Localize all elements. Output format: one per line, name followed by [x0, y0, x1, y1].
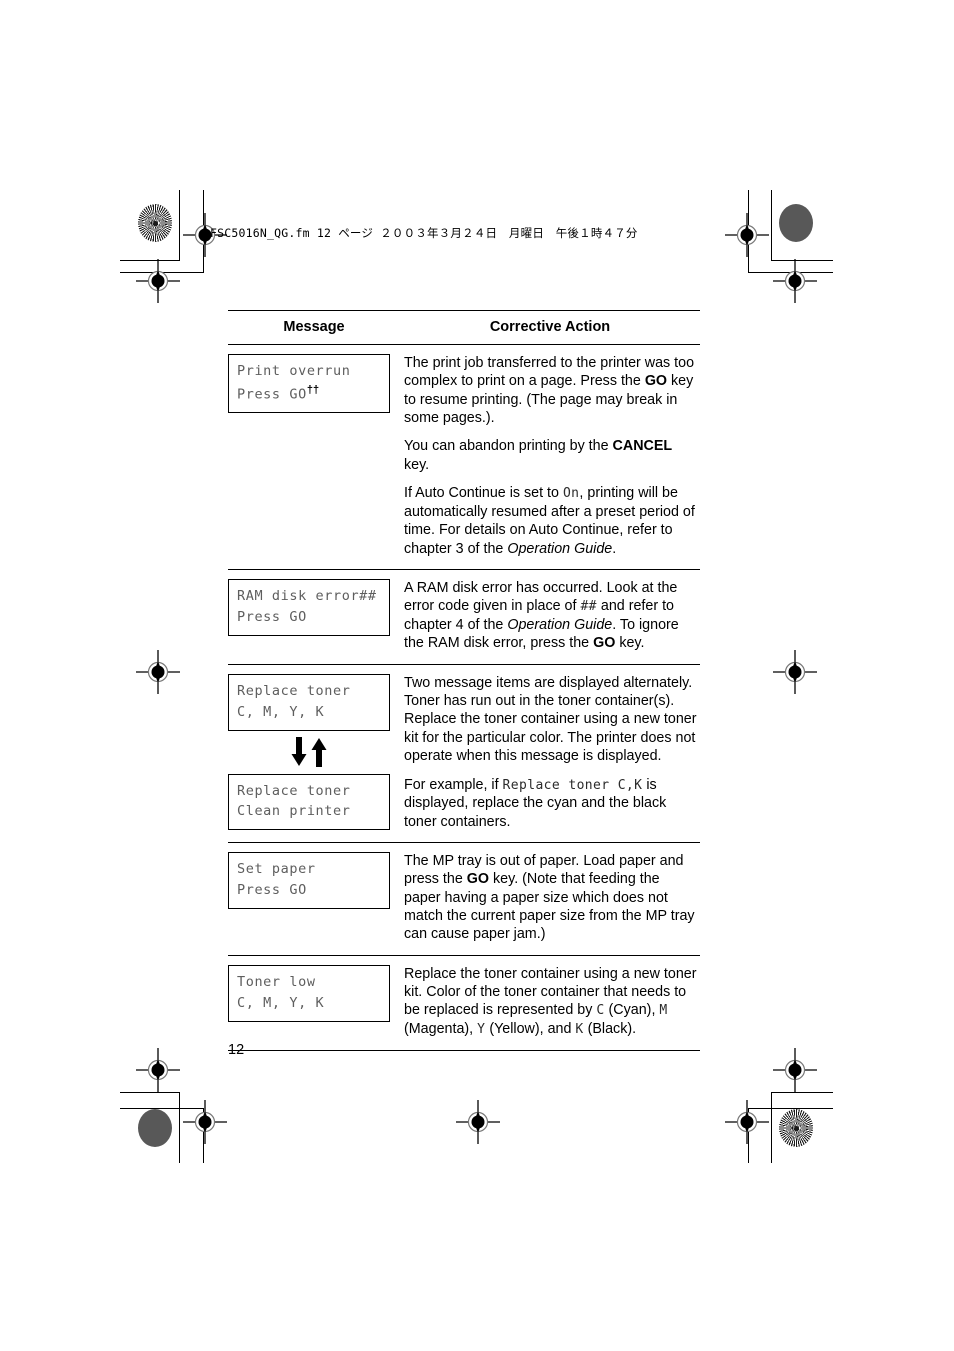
corrective-action-paragraph: A RAM disk error has occurred. Look at t…: [404, 579, 679, 652]
registration-target-icon: [136, 1048, 180, 1092]
inline-code: On: [562, 486, 580, 502]
cell-message-print-overrun: Print overrun Press GO††: [228, 345, 400, 570]
message-corrective-action-table: Message Corrective Action Print overrun …: [228, 310, 700, 1051]
emphasis-key: GO: [593, 635, 616, 652]
lcd-line-2: Press GO: [237, 881, 307, 898]
trim-line: [120, 1108, 204, 1109]
corrective-action-paragraph: If Auto Continue is set to On, printing …: [404, 485, 695, 557]
lcd-message-box: RAM disk error## Press GO: [228, 578, 390, 636]
page-number: 12: [228, 1042, 245, 1058]
halftone-dot-icon: [138, 204, 172, 242]
cell-corrective-action-set-paper: The MP tray is out of paper. Load paper …: [400, 841, 700, 956]
inline-code: K: [575, 1022, 584, 1038]
inline-code: Y: [477, 1022, 486, 1038]
trim-line: [179, 1092, 180, 1163]
trim-line: [748, 272, 833, 273]
registration-target-icon: [773, 259, 817, 303]
lcd-message-box: Print overrun Press GO††: [228, 354, 390, 414]
alternating-arrows: [228, 731, 390, 774]
lcd-line-2: Clean printer: [237, 803, 351, 820]
cell-message-set-paper: Set paper Press GO: [228, 841, 400, 956]
lcd-line-1: RAM disk error##: [237, 587, 377, 604]
corrective-action-paragraph: The MP tray is out of paper. Load paper …: [404, 852, 695, 943]
inline-code: ##: [580, 599, 597, 615]
trim-line: [120, 1092, 180, 1093]
trim-line: [748, 190, 749, 273]
trim-line: [179, 190, 180, 261]
trim-line: [120, 260, 180, 261]
column-header-corrective-action: Corrective Action: [400, 310, 700, 345]
file-slug-line: FSC5016N_QG.fm 12 ページ ２００３年３月２４日 月曜日 午後１…: [210, 226, 638, 240]
corrective-action-paragraph: The print job transferred to the printer…: [404, 355, 695, 427]
registration-target-icon: [456, 1100, 500, 1144]
book-title: Operation Guide: [507, 540, 613, 557]
cell-corrective-action-print-overrun: The print job transferred to the printer…: [400, 345, 700, 570]
lcd-line-2: Press GO: [237, 386, 307, 403]
arrow-down-icon: [289, 736, 309, 766]
solid-dot-icon: [138, 1109, 172, 1147]
registration-target-icon: [773, 1048, 817, 1092]
table-body: Print overrun Press GO†† The print job tr…: [228, 345, 700, 1051]
table-row: RAM disk error## Press GO A RAM disk erro…: [228, 568, 700, 665]
emphasis-key: GO: [466, 871, 490, 888]
lcd-line-1: Toner low: [237, 973, 316, 990]
table-row: Toner low C, M, Y, K Replace the toner co…: [228, 954, 700, 1051]
cell-corrective-action-ram-disk-error: A RAM disk error has occurred. Look at t…: [400, 568, 700, 665]
lcd-line-2: Press GO: [237, 608, 307, 625]
column-header-message: Message: [228, 310, 400, 345]
registration-target-icon: [725, 1100, 769, 1144]
registration-target-icon: [725, 213, 769, 257]
lcd-line-2: C, M, Y, K: [237, 703, 325, 720]
registration-target-icon: [136, 259, 180, 303]
trim-line: [771, 190, 772, 261]
trim-line: [748, 1108, 749, 1163]
cell-message-replace-toner: Replace toner C, M, Y, K Replace toner Cl…: [228, 663, 400, 843]
corrective-action-paragraph: For example, if Replace toner C,K is dis…: [404, 776, 667, 830]
trim-line: [203, 1108, 204, 1163]
trim-line: [771, 1092, 833, 1093]
lcd-message-box: Replace toner Clean printer: [228, 773, 390, 831]
trim-line: [748, 1108, 833, 1109]
page-content: Message Corrective Action Print overrun …: [228, 310, 700, 1051]
table-head: Message Corrective Action: [228, 310, 700, 345]
table-row: Set paper Press GO The MP tray is out of …: [228, 841, 700, 956]
registration-target-icon: [136, 650, 180, 694]
lcd-superscript: ††: [306, 383, 320, 396]
lcd-message-box: Set paper Press GO: [228, 851, 390, 909]
lcd-line-1: Replace toner: [237, 682, 351, 699]
halftone-dot-icon: [779, 1109, 813, 1147]
inline-code: M: [659, 1003, 668, 1019]
emphasis-key: GO: [644, 373, 668, 390]
lcd-message-box: Toner low C, M, Y, K: [228, 964, 390, 1022]
inline-code: Replace toner C,K: [502, 777, 643, 793]
cell-corrective-action-replace-toner: Two message items are displayed alternat…: [400, 663, 700, 843]
trim-line: [203, 190, 204, 273]
emphasis-key: CANCEL: [612, 438, 673, 455]
book-title: Operation Guide: [507, 617, 613, 633]
corrective-action-paragraph: You can abandon printing by the CANCEL k…: [404, 438, 673, 473]
cell-message-toner-low: Toner low C, M, Y, K: [228, 954, 400, 1051]
lcd-line-2: C, M, Y, K: [237, 994, 325, 1011]
registration-target-icon: [773, 650, 817, 694]
table-row: Print overrun Press GO†† The print job tr…: [228, 345, 700, 570]
cell-message-ram-disk-error: RAM disk error## Press GO: [228, 568, 400, 665]
lcd-line-1: Replace toner: [237, 782, 351, 799]
corrective-action-paragraph: Two message items are displayed alternat…: [404, 674, 697, 765]
inline-code: C: [596, 1003, 605, 1019]
trim-line: [771, 1092, 772, 1163]
lcd-message-box: Replace toner C, M, Y, K: [228, 673, 390, 731]
lcd-line-1: Set paper: [237, 860, 316, 877]
corrective-action-paragraph: Replace the toner container using a new …: [404, 965, 697, 1038]
cell-corrective-action-toner-low: Replace the toner container using a new …: [400, 954, 700, 1051]
arrow-up-icon: [309, 737, 329, 767]
lcd-line-1: Print overrun: [237, 363, 351, 379]
table-row: Replace toner C, M, Y, K Replace toner Cl…: [228, 663, 700, 843]
trim-line: [120, 272, 204, 273]
solid-dot-icon: [779, 204, 813, 242]
trim-line: [771, 260, 833, 261]
registration-target-icon: [183, 1100, 227, 1144]
